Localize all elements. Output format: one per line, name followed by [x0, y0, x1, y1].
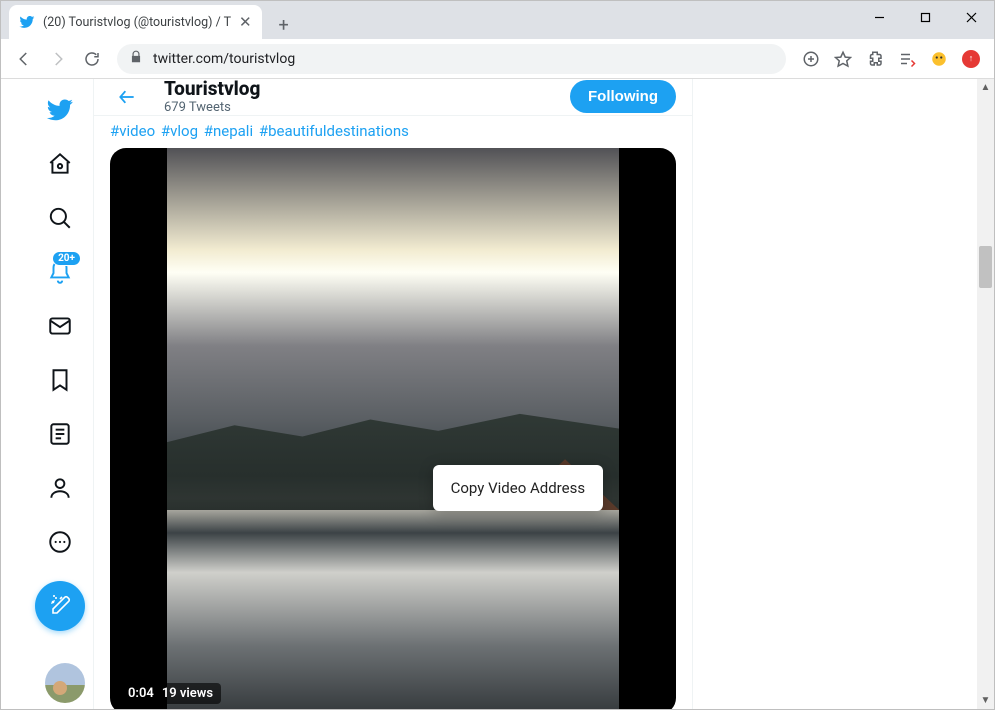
new-tab-button[interactable]: +	[270, 11, 298, 39]
main-column: Touristvlog 679 Tweets Following #video …	[93, 79, 693, 709]
right-empty	[693, 79, 977, 709]
back-button[interactable]	[110, 80, 144, 114]
video-context-menu[interactable]: Copy Video Address	[433, 465, 603, 511]
video-time: 0:04	[128, 686, 154, 701]
vertical-scrollbar[interactable]: ▲ ▼	[977, 79, 994, 709]
video-views: 19 views	[162, 686, 213, 701]
extension-badge-icon[interactable]	[924, 44, 954, 74]
profile-info: Touristvlog 679 Tweets	[164, 79, 550, 115]
hashtag-link[interactable]: #beautifuldestinations	[259, 122, 409, 140]
left-navigation: 20+	[1, 79, 93, 709]
bookmark-star-icon[interactable]	[828, 44, 858, 74]
tweet: #video #vlog #nepali #beautifuldestinati…	[94, 116, 692, 709]
follow-button[interactable]: Following	[570, 80, 676, 113]
nav-more-icon[interactable]	[35, 517, 85, 567]
scroll-down-arrow[interactable]: ▼	[977, 692, 994, 709]
account-avatar[interactable]	[45, 663, 85, 703]
tab-close-icon[interactable]: ✕	[239, 13, 252, 31]
window-maximize-button[interactable]	[902, 1, 948, 33]
nav-messages-icon[interactable]	[35, 301, 85, 351]
nav-explore-icon[interactable]	[35, 193, 85, 243]
page: 20+ Touri	[1, 79, 977, 709]
twitter-layout: 20+ Touri	[1, 79, 977, 709]
video-meta: 0:04 19 views	[120, 683, 221, 704]
tabs-area: (20) Touristvlog (@touristvlog) / T ✕ +	[1, 1, 298, 39]
tweet-hashtags[interactable]: #video #vlog #nepali #beautifuldestinati…	[110, 116, 676, 148]
nav-forward-button[interactable]	[43, 44, 73, 74]
nav-notifications-icon[interactable]: 20+	[35, 247, 85, 297]
scroll-up-arrow[interactable]: ▲	[977, 79, 994, 96]
reading-list-icon[interactable]	[892, 44, 922, 74]
profile-header: Touristvlog 679 Tweets Following	[94, 79, 692, 116]
scroll-track[interactable]	[977, 96, 994, 692]
profile-tweet-count: 679 Tweets	[164, 100, 550, 115]
browser-window: (20) Touristvlog (@touristvlog) / T ✕ + …	[0, 0, 995, 710]
nav-profile-icon[interactable]	[35, 463, 85, 513]
nav-back-button[interactable]	[9, 44, 39, 74]
notification-badge: 20+	[52, 251, 81, 266]
window-controls	[856, 1, 994, 33]
nav-lists-icon[interactable]	[35, 409, 85, 459]
context-menu-item[interactable]: Copy Video Address	[451, 479, 585, 497]
titlebar: (20) Touristvlog (@touristvlog) / T ✕ +	[1, 1, 994, 39]
hashtag-link[interactable]: #video	[110, 122, 155, 140]
address-bar[interactable]: twitter.com/touristvlog	[117, 44, 786, 74]
compose-tweet-button[interactable]	[35, 581, 85, 631]
tweet-video[interactable]: 0:04 19 views Copy Video Address	[110, 148, 676, 709]
browser-tab[interactable]: (20) Touristvlog (@touristvlog) / T ✕	[9, 5, 262, 39]
browser-toolbar: twitter.com/touristvlog ↑	[1, 39, 994, 79]
url-text: twitter.com/touristvlog	[153, 51, 295, 67]
nav-bookmarks-icon[interactable]	[35, 355, 85, 405]
hashtag-link[interactable]: #vlog	[161, 122, 198, 140]
update-icon[interactable]: ↑	[956, 44, 986, 74]
scroll-thumb[interactable]	[979, 246, 992, 288]
page-viewport: 20+ Touri	[1, 79, 994, 709]
extensions-icon[interactable]	[860, 44, 890, 74]
tab-title: (20) Touristvlog (@touristvlog) / T	[43, 15, 231, 30]
nav-home-icon[interactable]	[35, 139, 85, 189]
profile-name: Touristvlog	[164, 79, 550, 100]
nav-reload-button[interactable]	[77, 44, 107, 74]
video-content	[167, 148, 620, 709]
hashtag-link[interactable]: #nepali	[204, 122, 253, 140]
window-close-button[interactable]	[948, 1, 994, 33]
lock-icon	[129, 50, 143, 68]
twitter-favicon	[19, 14, 35, 30]
add-to-icon[interactable]	[796, 44, 826, 74]
twitter-logo-icon[interactable]	[35, 85, 85, 135]
window-minimize-button[interactable]	[856, 1, 902, 33]
toolbar-right-icons: ↑	[796, 44, 986, 74]
